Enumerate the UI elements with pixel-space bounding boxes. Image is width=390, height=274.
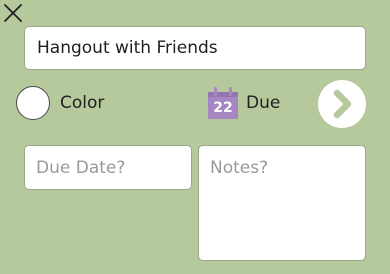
color-label: Color	[60, 93, 105, 113]
chevron-right-icon	[333, 89, 352, 119]
title-input-value: Hangout with Friends	[37, 38, 218, 58]
calendar-day: 22	[213, 100, 233, 116]
due-date-placeholder: Due Date?	[36, 157, 126, 178]
notes-placeholder: Notes?	[210, 158, 269, 178]
title-input[interactable]: Hangout with Friends	[24, 26, 366, 70]
due-label: Due	[246, 93, 281, 113]
next-button[interactable]	[318, 80, 366, 128]
notes-textarea[interactable]: Notes?	[198, 145, 366, 261]
due-date-input[interactable]: Due Date?	[24, 145, 192, 190]
color-radio[interactable]	[16, 86, 50, 120]
close-icon[interactable]	[2, 2, 24, 24]
